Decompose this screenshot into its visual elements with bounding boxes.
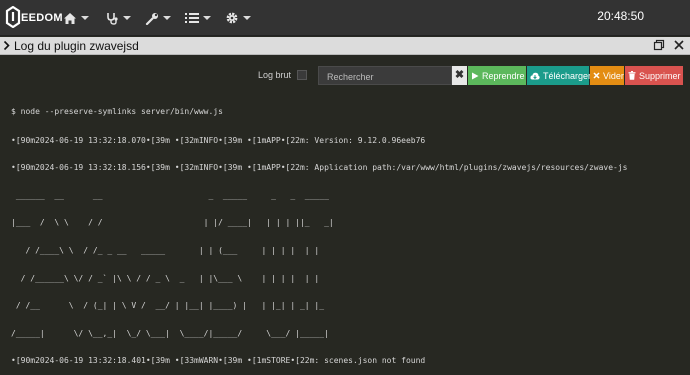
clear-search-button[interactable]: ✖	[452, 66, 467, 85]
gear-icon	[226, 12, 238, 24]
log-line: / /__ \ / (_| | \ V / __/ | |__| |____) …	[11, 301, 329, 311]
play-icon	[471, 72, 479, 80]
wrench-icon	[145, 12, 158, 25]
download-button[interactable]: Télécharger	[527, 66, 592, 85]
chevron-down-icon	[81, 16, 89, 20]
chevron-right-icon[interactable]	[3, 40, 10, 51]
empty-log-button[interactable]: Vider	[590, 66, 624, 85]
log-line: / /______\ \/ / _` |\ \ / / _ \ _ | |\__…	[11, 273, 329, 283]
nav-home-menu[interactable]	[63, 0, 89, 36]
chevron-down-icon	[203, 16, 211, 20]
search-input[interactable]	[318, 66, 452, 85]
log-line: •[90m2024-06-19 13:32:18.401•[39m •[33mW…	[11, 356, 426, 366]
modal-title: Log du plugin zwavejsd	[14, 39, 139, 53]
download-button-label: Télécharger	[543, 70, 592, 81]
nav-settings-menu[interactable]	[225, 0, 251, 36]
raw-log-checkbox[interactable]	[297, 70, 307, 80]
delete-log-button[interactable]: Supprimer	[625, 66, 683, 85]
nav-tools-menu[interactable]	[145, 0, 171, 36]
cloud-download-icon	[530, 72, 540, 80]
chevron-down-icon	[123, 16, 131, 20]
log-line: ______ __ __ _ _____ _ _ _____	[11, 190, 334, 200]
close-icon[interactable]	[673, 39, 685, 51]
nav-analysis-menu[interactable]	[105, 0, 131, 36]
times-icon	[593, 72, 600, 79]
modal-header: Log du plugin zwavejsd	[0, 37, 690, 55]
trash-icon	[628, 71, 636, 80]
chevron-down-icon	[163, 16, 171, 20]
log-line: $ node --preserve-symlinks server/bin/ww…	[11, 107, 223, 117]
list-icon	[185, 13, 199, 23]
log-line: /_____| \/ \__,_| \_/ \___| \____/|_____…	[11, 328, 329, 338]
clock: 20:48:50	[597, 9, 644, 23]
nav-plugins-menu[interactable]	[185, 0, 211, 36]
logo-mark-icon	[5, 6, 21, 28]
log-line: •[90m2024-06-19 13:32:18.156•[39m •[32mI…	[11, 163, 628, 173]
delete-log-button-label: Supprimer	[639, 70, 681, 81]
log-line: / /____\ \ / /_ _ __ _____ | | (___ | | …	[11, 245, 329, 255]
logo-text: EEDOM	[21, 12, 63, 24]
log-line: |___ / \ \ / / | |/ ____| | | | ||_ _|	[11, 218, 334, 228]
empty-log-button-label: Vider	[603, 70, 624, 81]
log-line: •[90m2024-06-19 13:32:18.070•[39m •[32mI…	[11, 135, 426, 145]
raw-log-label: Log brut	[258, 70, 292, 80]
chevron-down-icon	[243, 16, 251, 20]
log-output: $ node --preserve-symlinks server/bin/ww…	[11, 89, 687, 375]
stethoscope-icon	[107, 12, 118, 25]
top-navbar: EEDOM 20:48:50	[0, 0, 690, 36]
home-icon	[64, 12, 76, 24]
jeedom-logo[interactable]: EEDOM	[5, 4, 63, 32]
resume-button-label: Reprendre	[482, 70, 525, 81]
resume-button[interactable]: Reprendre	[468, 66, 526, 85]
maximize-icon[interactable]	[653, 39, 665, 51]
